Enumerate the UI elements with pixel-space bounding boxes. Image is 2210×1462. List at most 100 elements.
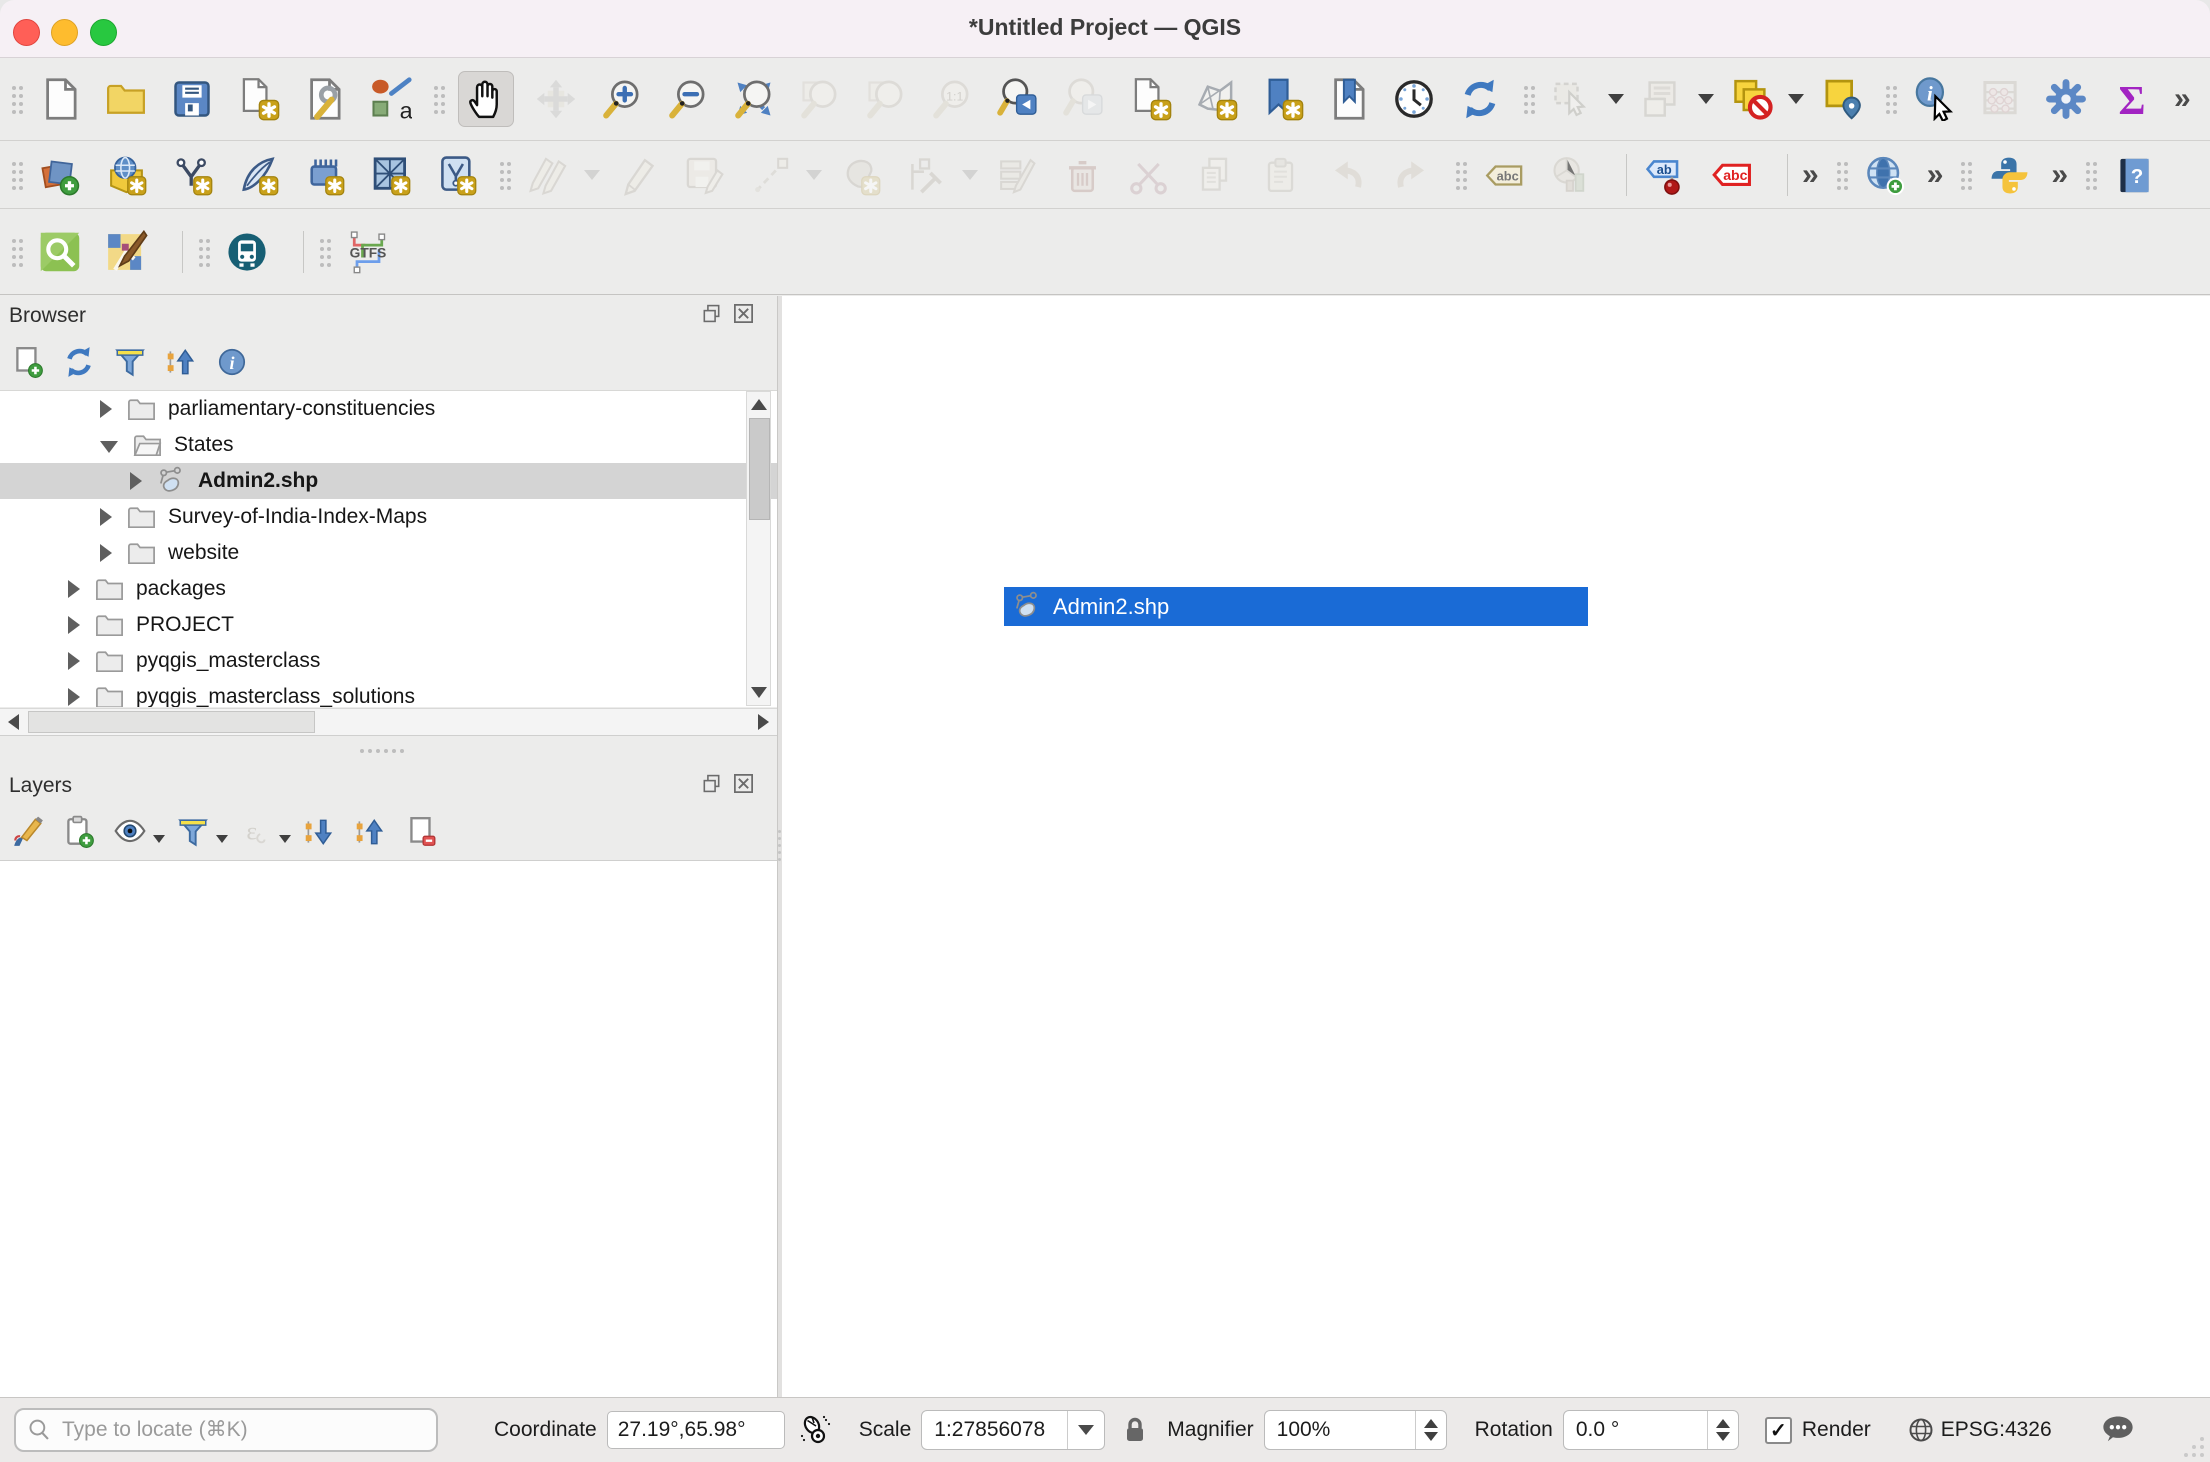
new-virtual-layer-button[interactable] <box>432 151 480 199</box>
label-toolbar-overflow-button[interactable]: » <box>1802 153 1819 197</box>
open-project-button[interactable] <box>102 75 150 123</box>
zoom-next-button[interactable] <box>1060 75 1108 123</box>
python-toolbar-overflow-button[interactable]: » <box>2051 153 2068 197</box>
quickmapservices-overflow-button[interactable]: » <box>1927 153 1944 197</box>
tree-item[interactable]: Survey-of-India-Index-Maps <box>0 499 777 535</box>
new-geopackage-layer-button[interactable] <box>102 151 150 199</box>
new-temporary-scratch-layer-button[interactable] <box>300 151 348 199</box>
mouse-position-toggle-icon[interactable] <box>799 1414 831 1446</box>
processing-toolbox-button[interactable] <box>2042 75 2090 123</box>
new-spatialite-layer-button[interactable] <box>234 151 282 199</box>
manage-map-themes-button[interactable] <box>110 812 150 852</box>
help-button[interactable] <box>2110 151 2158 199</box>
crs-status[interactable]: EPSG:4326 <box>1941 1418 2052 1442</box>
locator-input[interactable] <box>60 1417 404 1443</box>
zoom-native-button[interactable] <box>928 75 976 123</box>
new-spatial-bookmark-button[interactable] <box>1258 75 1306 123</box>
chevron-right-icon[interactable] <box>68 616 80 634</box>
rotation-spinbox[interactable]: 0.0 ° <box>1563 1410 1739 1450</box>
select-features-dropdown[interactable] <box>1608 94 1624 104</box>
digitize-dropdown[interactable] <box>806 170 822 180</box>
tree-item[interactable]: States <box>0 427 777 463</box>
select-by-location-button[interactable] <box>1818 75 1866 123</box>
modify-attributes-button[interactable] <box>992 151 1040 199</box>
temporal-controller-button[interactable] <box>1390 75 1438 123</box>
quickmapservices-button[interactable] <box>1861 151 1909 199</box>
browser-float-button[interactable] <box>700 302 723 325</box>
new-3d-map-view-button[interactable] <box>1192 75 1240 123</box>
scroll-down-arrow[interactable] <box>751 687 767 698</box>
filter-browser-button[interactable] <box>110 342 150 382</box>
new-map-view-button[interactable] <box>1126 75 1174 123</box>
filter-legend-button[interactable] <box>173 812 213 852</box>
delete-selected-button[interactable] <box>1058 151 1106 199</box>
vertex-tool-dropdown[interactable] <box>962 170 978 180</box>
pan-map-button[interactable] <box>458 71 514 127</box>
coordinate-value[interactable]: 27.19°,65.98° <box>607 1411 785 1449</box>
sum-features-button[interactable]: Σ <box>2108 75 2156 123</box>
locator-search[interactable] <box>14 1408 438 1452</box>
chevron-right-icon[interactable] <box>68 652 80 670</box>
tree-item[interactable]: parliamentary-constituencies <box>0 391 777 427</box>
digitize-with-segment-button[interactable] <box>746 151 794 199</box>
browser-horizontal-scrollbar[interactable] <box>0 708 777 736</box>
new-shapefile-layer-button[interactable] <box>168 151 216 199</box>
highlight-pinned-labels-button[interactable] <box>1641 151 1689 199</box>
layer-labeling-button[interactable] <box>1480 151 1528 199</box>
messages-bubble-icon[interactable] <box>2100 1412 2136 1448</box>
open-layer-styling-button[interactable] <box>8 812 48 852</box>
tree-item[interactable]: packages <box>0 571 777 607</box>
deselect-features-button[interactable] <box>1728 75 1776 123</box>
transit-plugin-button[interactable] <box>223 228 271 276</box>
refresh-map-button[interactable] <box>1456 75 1504 123</box>
shape-digitizing-button[interactable] <box>836 151 884 199</box>
scroll-right-arrow[interactable] <box>758 714 769 730</box>
magnifier-spinbox[interactable]: 100% <box>1264 1410 1447 1450</box>
scale-dropdown[interactable] <box>1067 1411 1104 1449</box>
rotation-steppers[interactable] <box>1707 1411 1738 1449</box>
zoom-last-button[interactable] <box>994 75 1042 123</box>
layers-close-button[interactable] <box>732 772 755 795</box>
zoom-to-selection-button[interactable] <box>796 75 844 123</box>
vertex-tool-button[interactable] <box>902 151 950 199</box>
layers-float-button[interactable] <box>700 772 723 795</box>
chevron-right-icon[interactable] <box>68 580 80 598</box>
toolbar-overflow-button[interactable]: » <box>2174 77 2191 121</box>
tree-item[interactable]: pyqgis_masterclass_solutions <box>0 679 777 707</box>
chevron-down-icon[interactable] <box>100 441 118 453</box>
chevron-right-icon[interactable] <box>68 688 80 706</box>
filter-legend-dropdown[interactable] <box>216 835 228 843</box>
remove-layer-button[interactable] <box>401 812 441 852</box>
save-project-button[interactable] <box>168 75 216 123</box>
tree-item-selected[interactable]: Admin2.shp <box>0 463 777 499</box>
layer-diagram-button[interactable] <box>1546 151 1594 199</box>
pan-to-selection-button[interactable] <box>532 75 580 123</box>
select-features-button[interactable] <box>1548 75 1596 123</box>
gtfs-plugin-button[interactable] <box>344 228 392 276</box>
browser-close-button[interactable] <box>732 302 755 325</box>
deselect-dropdown[interactable] <box>1788 94 1804 104</box>
current-edits-button[interactable] <box>524 151 572 199</box>
add-selected-layers-button[interactable] <box>8 342 48 382</box>
zoom-to-layer-button[interactable] <box>862 75 910 123</box>
filter-expression-dropdown[interactable] <box>279 835 291 843</box>
map-canvas[interactable]: Admin2.shp <box>782 296 2210 1398</box>
identify-features-button[interactable] <box>1910 75 1958 123</box>
drag-layer-item[interactable]: Admin2.shp <box>1004 587 1588 626</box>
cut-features-button[interactable] <box>1124 151 1172 199</box>
lock-scale-icon[interactable] <box>1119 1414 1151 1446</box>
scroll-up-arrow[interactable] <box>751 399 767 410</box>
tree-item[interactable]: website <box>0 535 777 571</box>
undo-button[interactable] <box>1322 151 1370 199</box>
tree-item[interactable]: PROJECT <box>0 607 777 643</box>
scale-combo[interactable]: 1:27856078 <box>921 1410 1105 1450</box>
map-themes-dropdown[interactable] <box>153 835 165 843</box>
show-spatial-bookmarks-button[interactable] <box>1324 75 1372 123</box>
crs-globe-icon[interactable] <box>1905 1414 1937 1446</box>
redo-button[interactable] <box>1388 151 1436 199</box>
copy-features-button[interactable] <box>1190 151 1238 199</box>
zoom-out-button[interactable] <box>664 75 712 123</box>
tree-item[interactable]: pyqgis_masterclass <box>0 643 777 679</box>
scrollbar-thumb[interactable] <box>749 418 770 520</box>
data-source-manager-button[interactable] <box>36 151 84 199</box>
